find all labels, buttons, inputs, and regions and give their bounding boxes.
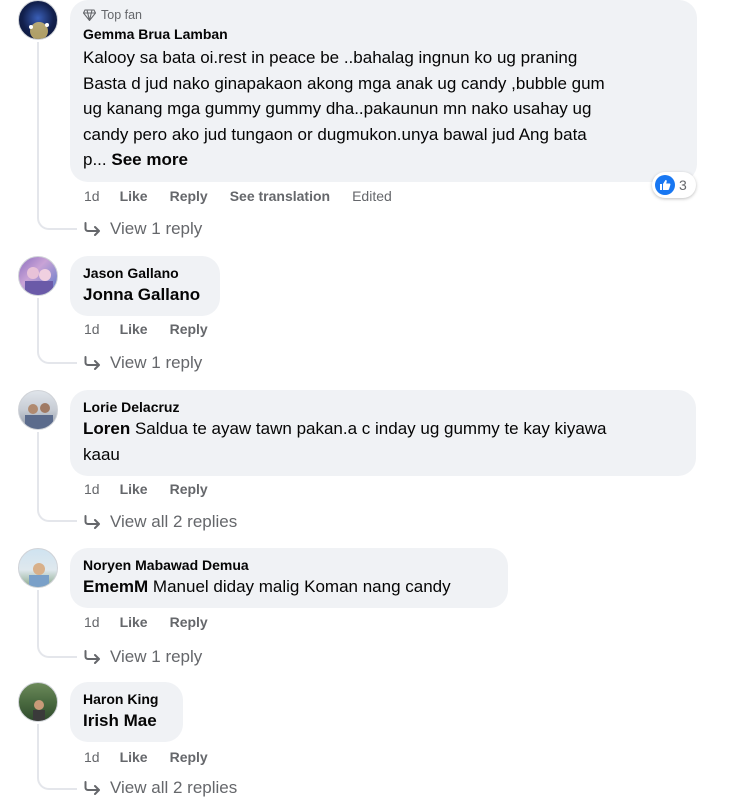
reply-button[interactable]: Reply — [170, 321, 208, 337]
like-button[interactable]: Like — [120, 188, 148, 204]
comment-text-line: Basta d jud nako ginapakaon akong mga an… — [83, 73, 605, 93]
comment-text: Loren Saldua te ayaw tawn pakan.a c inda… — [83, 416, 684, 467]
avatar-image — [33, 700, 45, 721]
avatar[interactable] — [18, 0, 58, 40]
reaction-count-value: 3 — [679, 177, 687, 193]
comment-author[interactable]: Lorie Delacruz — [83, 398, 684, 416]
comment-text-line: Kalooy sa bata oi.rest in peace be ..bah… — [83, 48, 578, 67]
comment-author[interactable]: Noryen Mabawad Demua — [83, 556, 496, 574]
comment-bubble: Jason Gallano Jonna Gallano — [70, 256, 220, 316]
comment-text-line: kaau — [83, 444, 120, 464]
comment-timestamp[interactable]: 1d — [84, 614, 100, 630]
comment-bubble: Lorie Delacruz Loren Saldua te ayaw tawn… — [70, 390, 696, 476]
avatar-image — [25, 403, 53, 429]
comment-timestamp[interactable]: 1d — [84, 188, 100, 204]
top-fan-label: Top fan — [101, 8, 143, 22]
comment-timestamp[interactable]: 1d — [84, 749, 100, 765]
avatar[interactable] — [18, 390, 58, 430]
thumbs-up-icon — [660, 180, 671, 190]
comment-text: Kalooy sa bata oi.rest in peace be ..bah… — [83, 45, 685, 173]
avatar-image — [29, 22, 49, 39]
comment-text-line: p... See more — [83, 147, 685, 173]
reaction-count[interactable]: 3 — [652, 172, 696, 198]
top-fan-badge: Top fan — [83, 8, 685, 22]
see-translation-button[interactable]: See translation — [230, 188, 330, 204]
thread-line — [37, 42, 39, 214]
comment-bubble: Noryen Mabawad Demua EmemM Manuel diday … — [70, 548, 508, 608]
comment-author[interactable]: Gemma Brua Lamban — [83, 25, 685, 43]
reply-arrow-icon — [84, 781, 100, 795]
avatar[interactable] — [18, 256, 58, 296]
view-replies-label: View 1 reply — [110, 353, 203, 372]
reply-arrow-icon — [84, 356, 100, 370]
avatar-image — [25, 267, 53, 295]
reply-button[interactable]: Reply — [170, 481, 208, 497]
reply-button[interactable]: Reply — [170, 614, 208, 630]
comment-author[interactable]: Jason Gallano — [83, 264, 208, 282]
comment-actions: 1d Like Reply — [84, 479, 230, 499]
diamond-icon — [83, 9, 96, 21]
thread-corner — [37, 636, 77, 658]
comment-bubble: Haron King Irish Mae — [70, 682, 183, 742]
view-replies-button[interactable]: View 1 reply — [84, 645, 202, 669]
comment-author[interactable]: Haron King — [83, 690, 171, 708]
edited-label: Edited — [352, 188, 392, 204]
mention-link[interactable]: Irish Mae — [83, 711, 157, 730]
view-replies-button[interactable]: View all 2 replies — [84, 510, 237, 534]
view-replies-label: View 1 reply — [110, 219, 203, 238]
comment-actions: 1d Like Reply — [84, 319, 230, 339]
comment-actions: 1d Like Reply — [84, 612, 230, 632]
comment-text-line: ug kanang mga gummy gummy dha..pakaunun … — [83, 99, 592, 118]
view-replies-label: View 1 reply — [110, 647, 203, 666]
comment-text-line: Saldua te ayaw tawn pakan.a c inday ug g… — [134, 419, 607, 438]
mention-link[interactable]: Loren — [83, 419, 130, 438]
view-replies-button[interactable]: View all 2 replies — [84, 776, 237, 800]
reply-arrow-icon — [84, 515, 100, 529]
thread-line — [37, 432, 39, 508]
comment-text-line: candy pero ako jud tungaon or dugmukon.u… — [83, 124, 587, 144]
like-reaction-icon — [655, 175, 675, 195]
comment-text-tail: p... — [83, 150, 107, 169]
thread-corner — [37, 208, 77, 230]
view-replies-label: View all 2 replies — [110, 778, 238, 797]
like-button[interactable]: Like — [120, 481, 148, 497]
comment-actions: 1d Like Reply See translation Edited — [84, 186, 414, 206]
reply-arrow-icon — [84, 650, 100, 664]
thread-corner — [37, 500, 77, 522]
reply-button[interactable]: Reply — [170, 749, 208, 765]
comment-actions: 1d Like Reply — [84, 747, 230, 767]
mention-link[interactable]: EmemM — [83, 577, 148, 596]
avatar[interactable] — [18, 682, 58, 722]
comment-text-line: Manuel diday malig Koman nang candy — [152, 577, 451, 596]
like-button[interactable]: Like — [120, 614, 148, 630]
see-more-link[interactable]: See more — [111, 150, 188, 169]
like-button[interactable]: Like — [120, 321, 148, 337]
reply-button[interactable]: Reply — [170, 188, 208, 204]
avatar-image — [29, 563, 49, 587]
like-button[interactable]: Like — [120, 749, 148, 765]
view-replies-button[interactable]: View 1 reply — [84, 217, 202, 241]
view-replies-label: View all 2 replies — [110, 512, 238, 531]
mention-link[interactable]: Jonna Gallano — [83, 285, 200, 304]
thread-corner — [37, 342, 77, 364]
view-replies-button[interactable]: View 1 reply — [84, 351, 202, 375]
avatar[interactable] — [18, 548, 58, 588]
reply-arrow-icon — [84, 222, 100, 236]
comment-timestamp[interactable]: 1d — [84, 481, 100, 497]
thread-corner — [37, 768, 77, 790]
comment-timestamp[interactable]: 1d — [84, 321, 100, 337]
comment-bubble: Top fan Gemma Brua Lamban Kalooy sa bata… — [70, 0, 697, 182]
